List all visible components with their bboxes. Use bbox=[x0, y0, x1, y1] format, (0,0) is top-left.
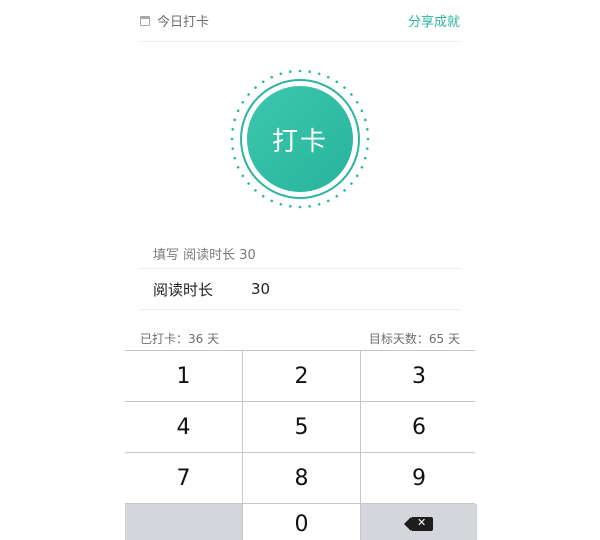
ring-dot bbox=[279, 72, 283, 76]
ring-dot bbox=[230, 137, 234, 141]
key-4[interactable]: 4 bbox=[125, 402, 242, 452]
key-5[interactable]: 5 bbox=[243, 402, 360, 452]
ring-dot bbox=[335, 80, 339, 84]
ring-dot bbox=[261, 194, 265, 198]
ring-dot bbox=[289, 70, 292, 73]
ring-dot bbox=[360, 165, 364, 169]
ring-dot bbox=[236, 109, 240, 113]
numeric-keypad: 1 2 3 4 5 6 7 8 9 0 bbox=[125, 350, 477, 540]
ring-dot bbox=[270, 75, 274, 79]
ring-dot bbox=[254, 86, 257, 89]
ring-dot bbox=[366, 128, 369, 131]
ring-dot bbox=[261, 80, 265, 84]
ring-dot bbox=[350, 93, 353, 96]
target-days: 目标天数：65 天 bbox=[368, 332, 460, 346]
ring-dot bbox=[279, 202, 283, 206]
key-blank bbox=[125, 504, 242, 540]
key-8[interactable]: 8 bbox=[243, 453, 360, 503]
ring-dot bbox=[335, 194, 339, 198]
ring-dot bbox=[363, 118, 367, 122]
ring-dot bbox=[326, 199, 330, 203]
ring-dot bbox=[254, 189, 257, 192]
ring-dot bbox=[326, 75, 330, 79]
ring-dot bbox=[247, 93, 250, 96]
ring-dot bbox=[241, 100, 245, 104]
ring-dot bbox=[366, 147, 369, 150]
ring-dot bbox=[360, 109, 364, 113]
stats-bar: 已打卡：36 天 目标天数：65 天 bbox=[140, 330, 460, 347]
key-1[interactable]: 1 bbox=[125, 351, 242, 401]
key-7[interactable]: 7 bbox=[125, 453, 242, 503]
ring-dot bbox=[270, 199, 274, 203]
key-6[interactable]: 6 bbox=[361, 402, 477, 452]
key-3[interactable]: 3 bbox=[361, 351, 477, 401]
reading-duration-row: 阅读时长 bbox=[140, 268, 460, 310]
ring-dot bbox=[231, 147, 234, 150]
ring-dot bbox=[355, 100, 359, 104]
reading-duration-label: 阅读时长 bbox=[153, 280, 214, 299]
key-0[interactable]: 0 bbox=[243, 504, 360, 540]
calendar-icon bbox=[140, 15, 150, 26]
ring-dot bbox=[308, 205, 311, 208]
ring-dot bbox=[298, 69, 302, 73]
ring-dot bbox=[289, 205, 292, 208]
ring-dot bbox=[363, 156, 367, 160]
ring-dot bbox=[236, 165, 240, 169]
ring-dot bbox=[231, 128, 234, 131]
ring-dot bbox=[350, 182, 353, 185]
header-bar: 今日打卡 分享成就 bbox=[140, 0, 460, 42]
backspace-icon bbox=[404, 516, 433, 531]
input-hint: 填写 阅读时长 30 bbox=[153, 248, 256, 263]
checkin-area: 打卡 bbox=[230, 68, 370, 210]
ring-dot bbox=[343, 86, 346, 89]
ring-dot bbox=[298, 205, 302, 209]
ring-dot bbox=[317, 72, 321, 76]
ring-dot bbox=[233, 118, 237, 122]
reading-duration-input[interactable] bbox=[251, 280, 401, 298]
ring-dot bbox=[366, 137, 370, 141]
checked-in-days: 已打卡：36 天 bbox=[140, 332, 220, 346]
checkin-button[interactable]: 打卡 bbox=[247, 86, 353, 192]
today-checkin-label: 今日打卡 bbox=[157, 15, 210, 30]
ring-dot bbox=[241, 174, 245, 178]
key-9[interactable]: 9 bbox=[361, 453, 477, 503]
ring-dot bbox=[233, 156, 237, 160]
ring-dot bbox=[247, 182, 250, 185]
ring-dot bbox=[343, 189, 346, 192]
key-2[interactable]: 2 bbox=[243, 351, 360, 401]
ring-dot bbox=[308, 70, 311, 73]
share-achievement-link[interactable]: 分享成就 bbox=[408, 11, 460, 30]
delete-key[interactable] bbox=[361, 504, 477, 540]
app-screen: 今日打卡 分享成就 打卡 填写 阅读时长 30 阅读时长 已打卡：36 天 目标… bbox=[125, 0, 477, 540]
ring-dot bbox=[317, 202, 321, 206]
ring-dot bbox=[355, 174, 359, 178]
today-checkin-title: 今日打卡 bbox=[140, 11, 209, 30]
